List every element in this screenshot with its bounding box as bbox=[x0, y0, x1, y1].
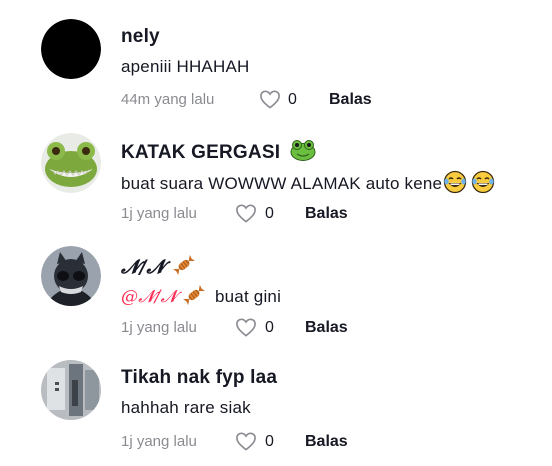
comment-timestamp: 1j yang lalu bbox=[121, 205, 197, 222]
frog-face-icon bbox=[290, 139, 316, 167]
heart-icon[interactable] bbox=[235, 431, 257, 451]
mention-link[interactable]: @𝓝/𝓝 bbox=[121, 287, 177, 307]
username-text: 𝓝/𝓝 bbox=[121, 256, 165, 279]
heart-icon[interactable] bbox=[235, 203, 257, 223]
avatar[interactable] bbox=[41, 360, 101, 420]
candy-icon bbox=[182, 284, 206, 311]
avatar[interactable] bbox=[41, 19, 101, 79]
reply-button[interactable]: Balas bbox=[329, 91, 372, 109]
candy-icon bbox=[172, 254, 196, 282]
like-count: 0 bbox=[265, 205, 274, 222]
avatar[interactable] bbox=[41, 133, 101, 193]
comment-username[interactable]: Tikah nak fyp laa bbox=[121, 367, 277, 389]
username-text: KATAK GERGASI bbox=[121, 142, 281, 164]
comment-timestamp: 1j yang lalu bbox=[121, 319, 197, 336]
comment-username[interactable]: nely bbox=[121, 26, 160, 48]
heart-icon[interactable] bbox=[235, 317, 257, 337]
like-count: 0 bbox=[265, 319, 274, 336]
comment-timestamp: 1j yang lalu bbox=[121, 433, 197, 450]
reply-button[interactable]: Balas bbox=[305, 205, 348, 223]
tears-of-joy-icon bbox=[443, 170, 467, 199]
comment-timestamp: 44m yang lalu bbox=[121, 91, 215, 108]
comment-text-content: buat gini bbox=[214, 286, 282, 306]
avatar[interactable] bbox=[41, 246, 101, 306]
reply-button[interactable]: Balas bbox=[305, 319, 348, 337]
comment-text-content: buat suara WOWWW ALAMAK auto kene bbox=[121, 173, 443, 193]
comment-text: buat suara WOWWW ALAMAK auto kene bbox=[121, 170, 495, 199]
comment-username[interactable]: KATAK GERGASI bbox=[121, 139, 316, 167]
tears-of-joy-icon bbox=[471, 170, 495, 199]
like-count: 0 bbox=[288, 91, 297, 108]
comment-text: apeniii HHAHAH bbox=[121, 57, 250, 76]
comment-text: @𝓝/𝓝 buat gini bbox=[121, 284, 281, 311]
reply-button[interactable]: Balas bbox=[305, 433, 348, 451]
comment-text: hahhah rare siak bbox=[121, 398, 251, 417]
like-count: 0 bbox=[265, 433, 274, 450]
heart-icon[interactable] bbox=[259, 89, 281, 109]
comment-username[interactable]: 𝓝/𝓝 bbox=[121, 254, 196, 282]
